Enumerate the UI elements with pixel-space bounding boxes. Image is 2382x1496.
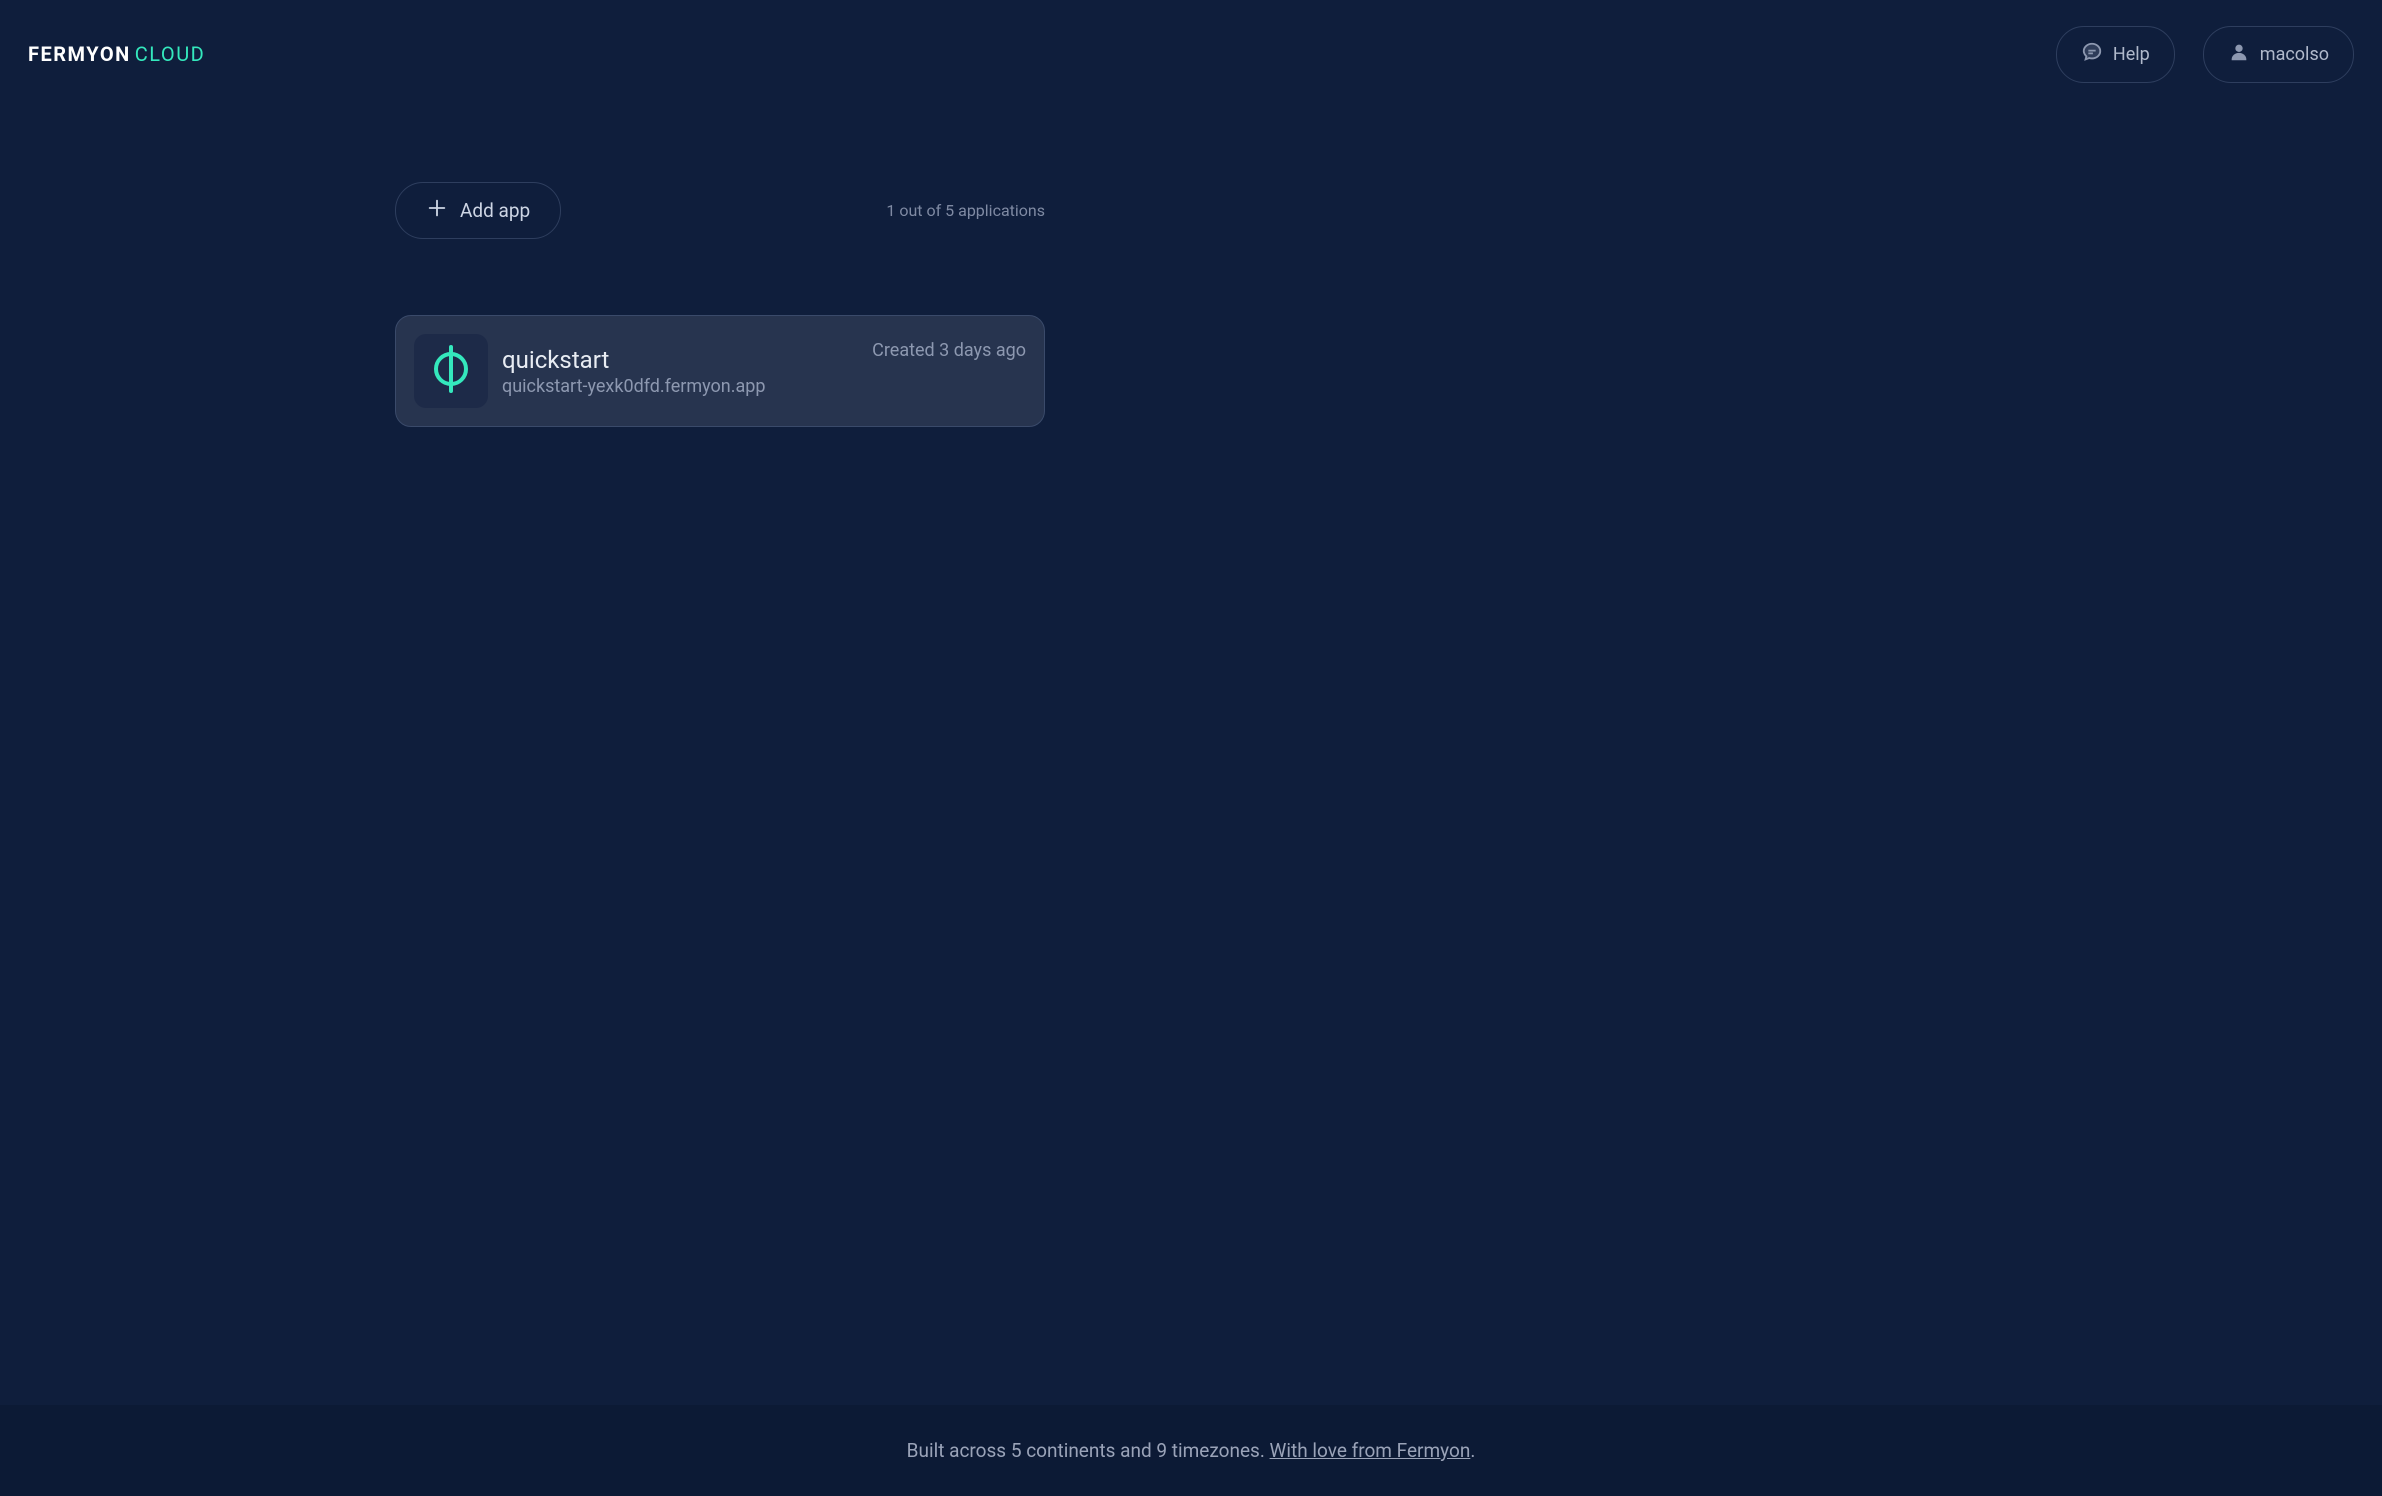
logo-fermyon: FERMYON [28,42,131,66]
footer-link[interactable]: With love from Fermyon [1270,1439,1471,1462]
main: Add app 1 out of 5 applications quicksta… [0,108,2382,1405]
add-app-button[interactable]: Add app [395,182,561,239]
header: FERMYON CLOUD Help macolso [0,0,2382,108]
app-created: Created 3 days ago [872,334,1026,361]
app-count: 1 out of 5 applications [886,201,1045,220]
app-domain: quickstart-yexk0dfd.fermyon.app [502,376,858,397]
help-label: Help [2113,44,2150,65]
app-icon-container [414,334,488,408]
add-app-label: Add app [460,199,530,222]
user-label: macolso [2260,44,2329,65]
plus-icon [426,197,448,224]
footer: Built across 5 continents and 9 timezone… [0,1405,2382,1496]
user-button[interactable]: macolso [2203,26,2354,83]
logo-cloud: CLOUD [135,42,206,66]
footer-text-1: Built across 5 continents and 9 timezone… [907,1439,1270,1462]
app-name: quickstart [502,346,858,374]
toolbar: Add app 1 out of 5 applications [395,182,1045,239]
app-phi-icon [431,345,471,397]
container: Add app 1 out of 5 applications quicksta… [395,108,1045,427]
app-info: quickstart quickstart-yexk0dfd.fermyon.a… [502,346,858,397]
help-button[interactable]: Help [2056,26,2175,83]
app-card[interactable]: quickstart quickstart-yexk0dfd.fermyon.a… [395,315,1045,427]
header-actions: Help macolso [2056,26,2354,83]
chat-icon [2081,41,2103,68]
logo[interactable]: FERMYON CLOUD [28,42,205,66]
user-icon [2228,41,2250,68]
footer-text-2: . [1470,1439,1475,1462]
